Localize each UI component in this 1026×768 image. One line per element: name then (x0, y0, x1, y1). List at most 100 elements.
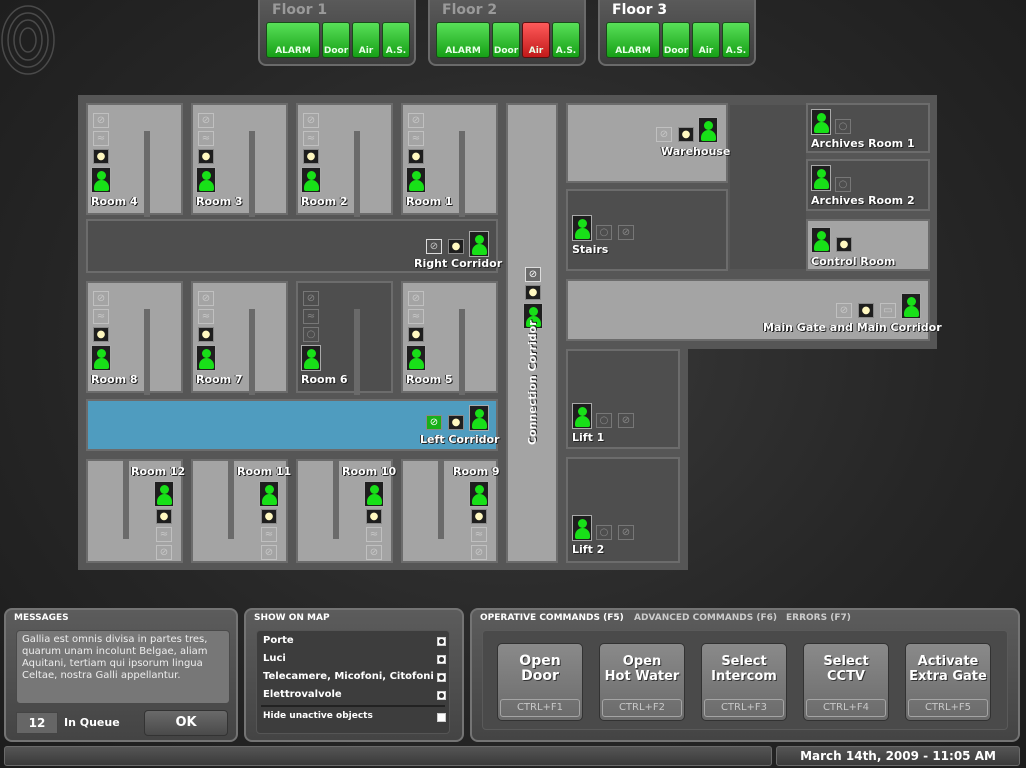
air-icon[interactable]: ≈ (471, 527, 487, 542)
door-icon[interactable]: ⊘ (618, 525, 634, 540)
air-icon[interactable]: ≈ (198, 131, 214, 146)
light-bulb-icon[interactable]: ○ (835, 119, 851, 134)
person-icon[interactable] (572, 215, 592, 241)
person-icon[interactable] (406, 167, 426, 193)
door-icon[interactable]: ⊘ (303, 291, 319, 306)
door-icon[interactable]: ⊘ (303, 113, 319, 128)
light-bulb-icon[interactable]: ○ (835, 177, 851, 192)
light-bulb-icon[interactable]: ● (198, 149, 214, 164)
door-icon[interactable]: ⊘ (836, 303, 852, 318)
person-icon[interactable] (572, 515, 592, 541)
activate-extra-gate-button[interactable]: Activate Extra Gate CTRL+F5 (905, 643, 991, 721)
air-icon[interactable]: ≈ (198, 309, 214, 324)
checkbox-telecamere[interactable] (437, 673, 446, 682)
door-icon[interactable]: ⊘ (198, 291, 214, 306)
person-icon[interactable] (572, 403, 592, 429)
alarm-status-button[interactable]: ALARM (436, 22, 490, 58)
person-icon[interactable] (811, 165, 831, 191)
light-bulb-icon[interactable]: ● (858, 303, 874, 318)
light-bulb-icon[interactable]: ● (408, 327, 424, 342)
tab-advanced-commands[interactable]: ADVANCED COMMANDS (F6) (634, 613, 777, 623)
light-bulb-icon[interactable]: ○ (596, 225, 612, 240)
air-icon[interactable]: ≈ (303, 131, 319, 146)
floor-2-panel[interactable]: Floor 2 ALARM Door Air A.S. (428, 0, 586, 66)
floor-1-panel[interactable]: Floor 1 ALARM Door Air A.S. (258, 0, 416, 66)
select-cctv-button[interactable]: Select CCTV CTRL+F4 (803, 643, 889, 721)
light-bulb-icon[interactable]: ● (156, 509, 172, 524)
gate-icon[interactable]: ▭ (880, 303, 896, 318)
select-intercom-button[interactable]: Select Intercom CTRL+F3 (701, 643, 787, 721)
open-hot-water-button[interactable]: Open Hot Water CTRL+F2 (599, 643, 685, 721)
air-icon[interactable]: ≈ (156, 527, 172, 542)
person-icon[interactable] (154, 481, 174, 507)
checkbox-porte[interactable] (437, 637, 446, 646)
door-icon[interactable]: ⊘ (525, 267, 541, 282)
door-status-button[interactable]: Door (662, 22, 690, 58)
door-icon[interactable]: ⊘ (426, 239, 442, 254)
air-icon[interactable]: ≈ (261, 527, 277, 542)
light-bulb-icon[interactable]: ● (93, 149, 109, 164)
tab-errors[interactable]: ERRORS (F7) (786, 613, 851, 623)
door-icon[interactable]: ⊘ (618, 225, 634, 240)
person-icon[interactable] (196, 345, 216, 371)
light-bulb-icon[interactable]: ● (448, 239, 464, 254)
person-icon[interactable] (91, 345, 111, 371)
door-icon[interactable]: ⊘ (366, 545, 382, 560)
door-icon[interactable]: ⊘ (618, 413, 634, 428)
person-icon[interactable] (301, 345, 321, 371)
air-icon[interactable]: ≈ (366, 527, 382, 542)
light-bulb-icon[interactable]: ● (366, 509, 382, 524)
door-icon[interactable]: ⊘ (156, 545, 172, 560)
air-status-button[interactable]: Air (352, 22, 380, 58)
as-status-button[interactable]: A.S. (722, 22, 750, 58)
air-icon[interactable]: ≈ (93, 131, 109, 146)
door-icon[interactable]: ⊘ (261, 545, 277, 560)
door-icon[interactable]: ⊘ (93, 113, 109, 128)
light-bulb-icon[interactable]: ○ (303, 327, 319, 342)
door-icon[interactable]: ⊘ (93, 291, 109, 306)
light-bulb-icon[interactable]: ● (836, 237, 852, 252)
warehouse[interactable] (566, 103, 728, 183)
air-status-button[interactable]: Air (692, 22, 720, 58)
person-icon[interactable] (469, 231, 489, 257)
person-icon[interactable] (469, 405, 489, 431)
ok-button[interactable]: OK (144, 710, 228, 736)
person-icon[interactable] (91, 167, 111, 193)
light-bulb-icon[interactable]: ○ (596, 413, 612, 428)
air-icon[interactable]: ≈ (303, 309, 319, 324)
door-icon[interactable]: ⊘ (408, 291, 424, 306)
person-icon[interactable] (196, 167, 216, 193)
floor-3-panel[interactable]: Floor 3 ALARM Door Air A.S. (598, 0, 756, 66)
person-icon[interactable] (301, 167, 321, 193)
air-status-button-alert[interactable]: Air (522, 22, 550, 58)
checkbox-luci[interactable] (437, 655, 446, 664)
alarm-status-button[interactable]: ALARM (266, 22, 320, 58)
person-icon[interactable] (811, 109, 831, 135)
light-bulb-icon[interactable]: ● (448, 415, 464, 430)
as-status-button[interactable]: A.S. (552, 22, 580, 58)
as-status-button[interactable]: A.S. (382, 22, 410, 58)
light-bulb-icon[interactable]: ● (93, 327, 109, 342)
light-bulb-icon[interactable]: ● (678, 127, 694, 142)
person-icon[interactable] (364, 481, 384, 507)
light-bulb-icon[interactable]: ● (471, 509, 487, 524)
light-bulb-icon[interactable]: ○ (596, 525, 612, 540)
door-icon[interactable]: ⊘ (198, 113, 214, 128)
person-icon[interactable] (811, 227, 831, 253)
door-icon[interactable]: ⊘ (471, 545, 487, 560)
light-bulb-icon[interactable]: ● (261, 509, 277, 524)
tab-operative-commands[interactable]: OPERATIVE COMMANDS (F5) (480, 613, 624, 623)
checkbox-elettrovalvole[interactable] (437, 691, 446, 700)
door-icon[interactable]: ⊘ (656, 127, 672, 142)
air-icon[interactable]: ≈ (408, 309, 424, 324)
light-bulb-icon[interactable]: ● (408, 149, 424, 164)
person-icon[interactable] (698, 117, 718, 143)
air-icon[interactable]: ≈ (408, 131, 424, 146)
door-icon[interactable]: ⊘ (408, 113, 424, 128)
air-icon[interactable]: ≈ (93, 309, 109, 324)
person-icon[interactable] (901, 293, 921, 319)
checkbox-hide-unactive[interactable] (437, 713, 446, 722)
person-icon[interactable] (469, 481, 489, 507)
door-icon[interactable]: ⊘ (426, 415, 442, 430)
person-icon[interactable] (259, 481, 279, 507)
